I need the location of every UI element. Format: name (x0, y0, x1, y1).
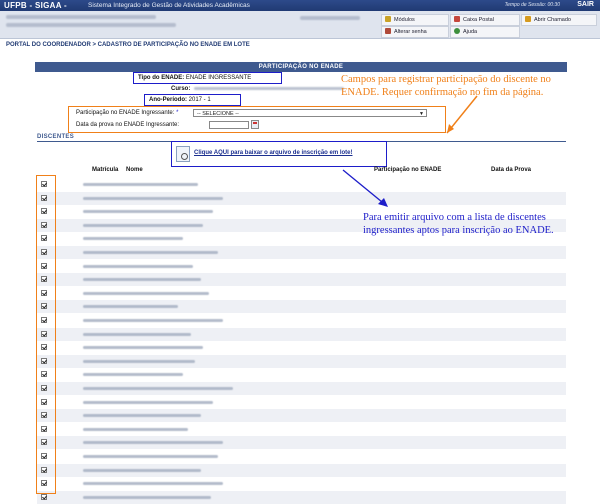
student-info-blurred (83, 251, 218, 254)
table-row (37, 463, 566, 477)
download-box: Clique AQUI para baixar o arquivo de ins… (171, 141, 387, 167)
user-info-blurred (6, 15, 156, 19)
modulos-label: Módulos (394, 17, 415, 23)
table-row (37, 341, 566, 354)
student-info-blurred (83, 400, 213, 404)
logout-link[interactable]: SAIR (577, 1, 594, 8)
student-info-blurred (83, 441, 223, 445)
brand-title: UFPB - SIGAA - (4, 1, 68, 10)
student-info-blurred (83, 455, 218, 458)
table-row (37, 368, 566, 381)
caixa-postal-button[interactable]: Caixa Postal (450, 14, 520, 26)
download-link[interactable]: Clique AQUI para baixar o arquivo de ins… (194, 150, 353, 156)
ticket-icon (525, 16, 531, 22)
curso-label: Curso: (171, 86, 191, 92)
table-row (37, 450, 566, 463)
session-timer: Tempo de Sessão: 00:30 (504, 2, 560, 8)
annotation-orange-text: Campos para registrar participação do di… (341, 74, 551, 98)
abrir-chamado-button[interactable]: Abrir Chamado (521, 14, 597, 26)
student-info-blurred (83, 319, 223, 322)
help-icon (454, 28, 460, 34)
student-info-blurred (83, 196, 223, 200)
user-header: Módulos Caixa Postal Abrir Chamado Alter… (0, 11, 600, 39)
student-info-blurred (83, 359, 195, 363)
col-data-prova: Data da Prova (491, 167, 532, 173)
col-nome: Nome (126, 167, 143, 173)
system-name: Sistema Integrado de Gestão de Atividade… (88, 2, 250, 9)
students-table-header: Matrícula Nome Participação no ENADE Dat… (37, 166, 566, 175)
curso-row: Curso: (171, 86, 190, 92)
student-info-blurred (83, 237, 183, 241)
student-info-blurred (83, 305, 178, 309)
student-info-blurred (83, 183, 198, 186)
table-row (37, 396, 566, 409)
student-info-blurred (83, 387, 233, 390)
alterar-senha-button[interactable]: Alterar senha (381, 26, 449, 38)
modulos-button[interactable]: Módulos (381, 14, 449, 26)
table-row (37, 327, 566, 341)
table-row (37, 191, 566, 205)
student-info-blurred (83, 278, 201, 282)
annotation-box-form (68, 106, 446, 133)
annotation-blue-text: Para emitir arquivo com a lista de disce… (363, 212, 554, 236)
table-row (37, 382, 566, 395)
table-row (37, 354, 566, 368)
student-info-blurred (83, 468, 201, 472)
annotation-box-tipo (133, 72, 282, 84)
top-bar: UFPB - SIGAA - Sistema Integrado de Gest… (0, 0, 600, 11)
table-row (37, 314, 566, 327)
department-info-blurred (6, 23, 176, 27)
breadcrumb: Portal do Coordenador > Cadastro de Part… (6, 42, 250, 48)
alterar-senha-label: Alterar senha (394, 29, 427, 35)
table-row (37, 287, 566, 300)
semester-info-blurred (300, 16, 360, 20)
table-row (37, 477, 566, 490)
student-info-blurred (83, 210, 213, 214)
table-row (37, 246, 566, 259)
table-row (37, 178, 566, 191)
curso-value-blurred (194, 87, 344, 90)
ajuda-button[interactable]: Ajuda (450, 26, 520, 38)
table-row (37, 423, 566, 436)
col-matricula: Matrícula (92, 167, 119, 173)
mailbox-icon (454, 16, 460, 22)
student-info-blurred (83, 495, 211, 499)
table-row (37, 490, 566, 504)
panel-caption: Participação no ENADE (35, 62, 567, 72)
student-info-blurred (83, 373, 183, 377)
annotation-box-ano (144, 94, 241, 106)
table-row (37, 300, 566, 314)
student-info-blurred (83, 291, 209, 295)
student-info-blurred (83, 427, 188, 431)
table-row (37, 409, 566, 423)
table-row (37, 260, 566, 273)
caixa-postal-label: Caixa Postal (463, 17, 494, 23)
student-info-blurred (83, 264, 193, 268)
modules-icon (385, 16, 391, 22)
discentes-section-title: Discentes (37, 134, 75, 140)
student-info-blurred (83, 482, 223, 486)
password-icon (385, 28, 391, 34)
student-info-blurred (83, 414, 201, 418)
student-info-blurred (83, 332, 191, 336)
student-info-blurred (83, 223, 203, 227)
download-file-icon[interactable] (176, 146, 190, 162)
row-checkbox[interactable] (41, 493, 47, 500)
annotation-box-checkboxes (36, 175, 56, 494)
table-row (37, 436, 566, 450)
table-row (37, 273, 566, 287)
student-info-blurred (83, 346, 203, 350)
col-participacao: Participação no ENADE (374, 167, 442, 173)
ajuda-label: Ajuda (463, 29, 478, 35)
abrir-chamado-label: Abrir Chamado (534, 17, 571, 23)
